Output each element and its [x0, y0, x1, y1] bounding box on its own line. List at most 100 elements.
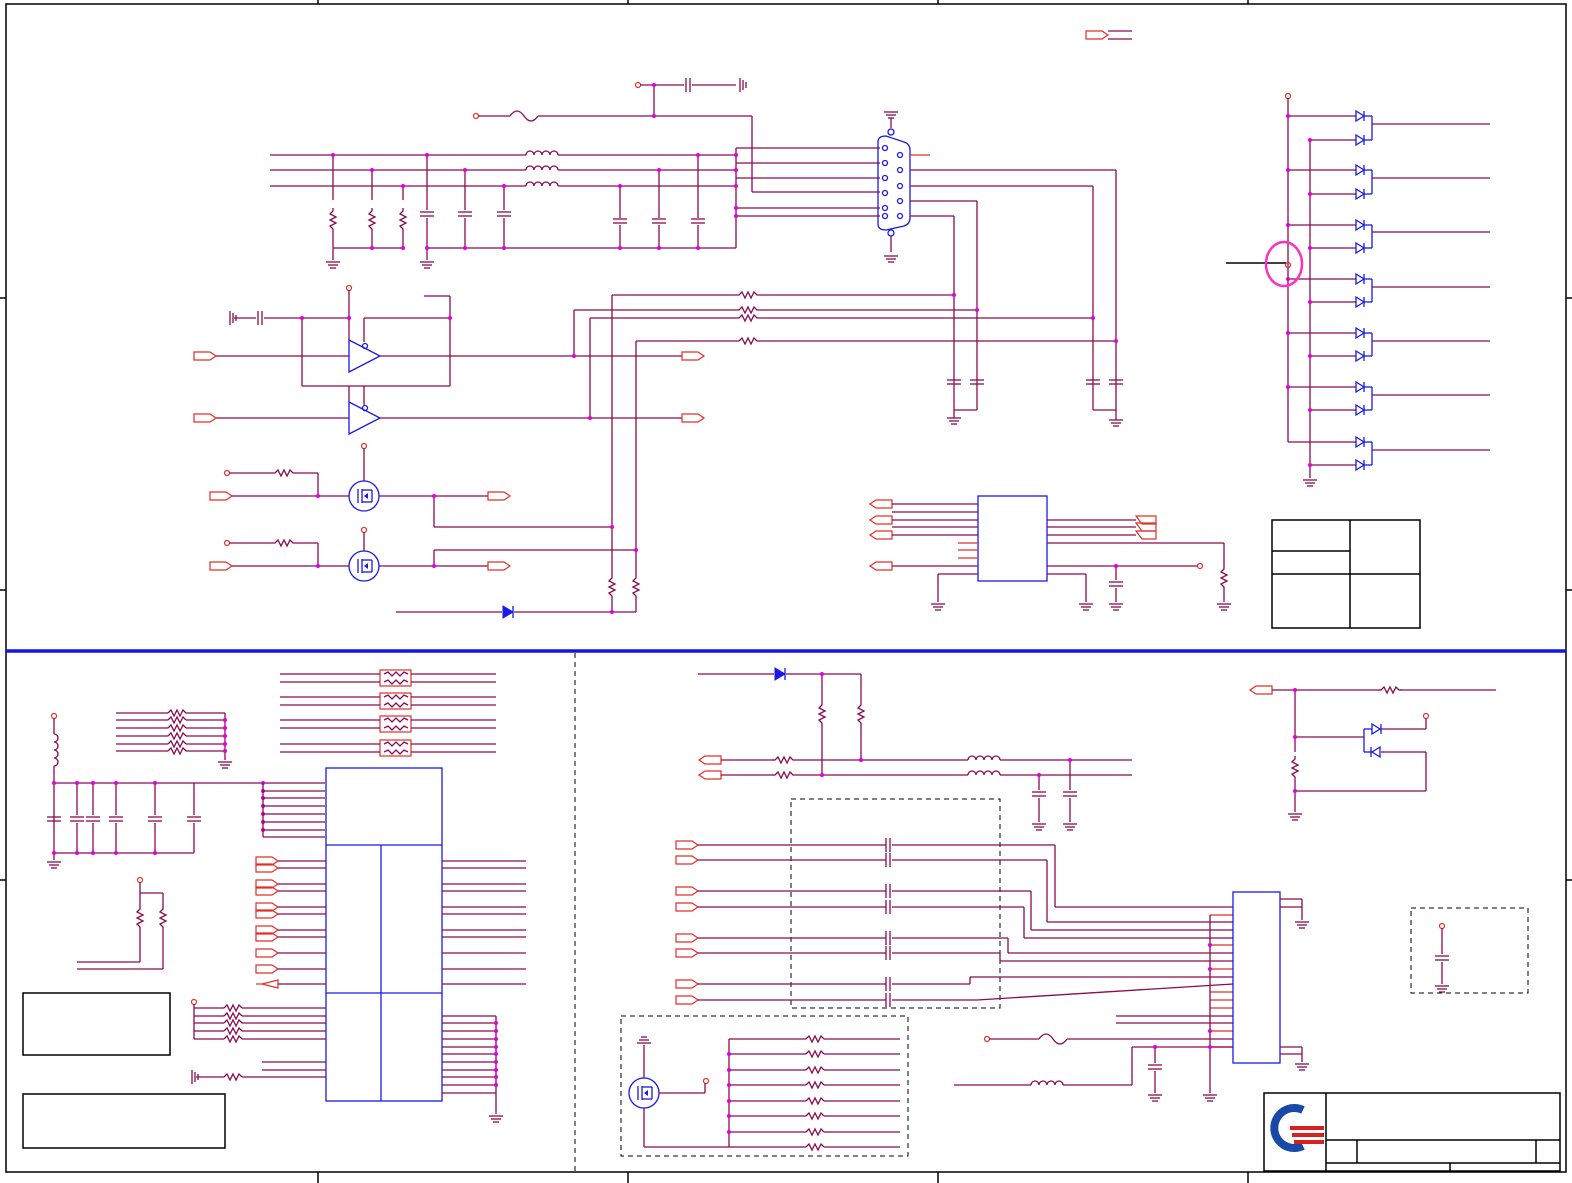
- ground-icon: [488, 1115, 504, 1123]
- inductor-icon: [525, 165, 559, 171]
- diode-icon: [502, 605, 514, 619]
- mosfet-icon: [348, 480, 380, 512]
- port-arrow-icon: [869, 515, 893, 525]
- title-block: [1263, 1092, 1561, 1172]
- port-arrow-icon: [681, 413, 705, 423]
- resistor-icon: [735, 314, 761, 322]
- mosfet-icon: [348, 550, 380, 582]
- highlight-circle: [1264, 240, 1304, 288]
- note-box: [22, 992, 171, 1056]
- capacitor-icon: [257, 310, 263, 326]
- resistor-icon: [608, 574, 616, 600]
- ground-icon: [419, 261, 435, 269]
- controller-ic: [325, 767, 443, 1102]
- ground-icon: [1216, 603, 1232, 611]
- dual-diode-icon: [1363, 722, 1382, 759]
- lvds-connector: [1232, 891, 1281, 1064]
- port-arrow-icon: [209, 561, 233, 571]
- port-arrow-icon: [698, 755, 722, 765]
- ground-icon: [325, 261, 341, 269]
- port-arrow-icon: [698, 770, 722, 780]
- capacitor-icon: [685, 77, 691, 93]
- inductor-icon: [53, 733, 59, 767]
- inductor-icon: [967, 770, 1001, 776]
- panel-section: [620, 667, 1529, 1157]
- capacitor-icon: [496, 211, 512, 217]
- schematic-sheet: [0, 0, 1572, 1183]
- mosfet-icon: [628, 1077, 660, 1109]
- inductor-icon: [1030, 1080, 1064, 1086]
- capacitor-icon: [690, 218, 706, 224]
- buffer-gate-1: [348, 338, 382, 374]
- company-logo-icon: [1270, 1104, 1324, 1152]
- fuse-icon: [1038, 1033, 1068, 1045]
- resistor-icon: [771, 756, 797, 764]
- resistor-icon: [136, 905, 144, 931]
- resistor-icon: [399, 207, 407, 233]
- resistor-icon: [159, 905, 167, 931]
- port-arrow-icon: [193, 413, 217, 423]
- resistor-icon: [368, 207, 376, 233]
- inductor-icon: [525, 181, 559, 187]
- resistor-icon: [329, 207, 337, 233]
- controller-section: [22, 669, 526, 1149]
- option-table: [1271, 519, 1421, 629]
- tvs-diode-array: [1288, 110, 1490, 471]
- note-box: [22, 1093, 226, 1149]
- resistor-icon: [735, 337, 761, 345]
- ground-icon: [1147, 1094, 1163, 1102]
- ground-icon: [1078, 603, 1094, 611]
- port-arrow-icon: [209, 491, 233, 501]
- ground-icon: [1302, 479, 1318, 487]
- ground-icon: [1108, 603, 1124, 611]
- ground-icon: [1108, 419, 1124, 427]
- fuse-icon: [509, 110, 539, 122]
- capacitor-icon: [419, 211, 435, 217]
- resistor-icon: [632, 574, 640, 600]
- capacitor-icon: [651, 218, 667, 224]
- diode-icon: [774, 667, 786, 681]
- backlight-region: [620, 1015, 909, 1157]
- port-arrow-icon: [487, 491, 511, 501]
- resistor-network: [379, 669, 412, 757]
- ground-icon: [930, 603, 946, 611]
- resistor-icon: [1291, 755, 1299, 781]
- port-arrow-icon: [869, 561, 893, 571]
- port-arrow-icon: [869, 499, 893, 509]
- inductor-icon: [525, 150, 559, 156]
- inductor-icon: [967, 755, 1001, 761]
- ground-icon: [1031, 823, 1047, 831]
- capacitor-icon: [612, 218, 628, 224]
- ac-coupling-region: [790, 798, 1001, 1009]
- buffer-gate-2: [348, 400, 382, 436]
- ground-icon: [1294, 1063, 1310, 1071]
- ground-icon: [1434, 985, 1450, 993]
- resistor-icon: [857, 701, 865, 727]
- port-arrow-icon: [681, 351, 705, 361]
- port-arrow-icon: [193, 351, 217, 361]
- port-arrow-icon: [869, 530, 893, 540]
- ground-icon: [46, 861, 62, 869]
- resistor-icon: [735, 306, 761, 314]
- ground-icon: [1294, 921, 1310, 929]
- resistor-icon: [271, 539, 297, 547]
- resistor-icon: [1377, 686, 1403, 694]
- vga-section: [193, 30, 1490, 629]
- resistor-icon: [735, 291, 761, 299]
- resistor-icon: [818, 701, 826, 727]
- ground-icon: [1202, 1094, 1218, 1102]
- eeprom-ic: [977, 495, 1048, 582]
- ground-icon: [1287, 813, 1303, 821]
- resistor-icon: [771, 771, 797, 779]
- ground-icon: [946, 417, 962, 425]
- db15-connector-icon: [877, 111, 930, 263]
- resistor-icon: [1220, 565, 1228, 591]
- option-cap-region: [1410, 907, 1529, 994]
- ground-icon: [217, 761, 233, 769]
- capacitor-icon: [1108, 581, 1124, 587]
- ground-icon: [1062, 823, 1078, 831]
- resistor-icon: [271, 469, 297, 477]
- capacitor-icon: [457, 211, 473, 217]
- port-arrow-icon: [487, 561, 511, 571]
- port-arrow-icon: [1085, 30, 1109, 40]
